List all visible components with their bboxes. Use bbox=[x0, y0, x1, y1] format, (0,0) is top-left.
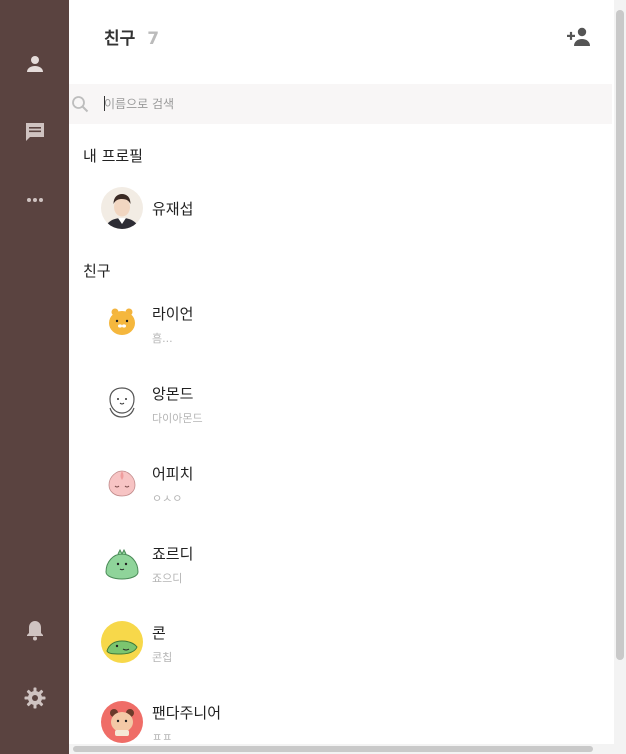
friend-item[interactable]: 팬다주니어 ㅍㅍ bbox=[101, 701, 601, 745]
profile-name: 유재섭 bbox=[152, 200, 194, 218]
friend-status: ㅍㅍ bbox=[152, 731, 173, 744]
friend-name: 라이언 bbox=[152, 305, 194, 323]
bell-icon[interactable] bbox=[23, 618, 47, 642]
my-profile-section-label: 내 프로필 bbox=[83, 147, 143, 165]
avatar bbox=[101, 187, 143, 229]
header: 친구 7 bbox=[104, 24, 159, 50]
friend-item[interactable]: 죠르디 죠으디 bbox=[101, 542, 601, 586]
avatar-angmond bbox=[101, 382, 143, 424]
friend-status: 죠으디 bbox=[152, 572, 183, 585]
friend-name: 어피치 bbox=[152, 465, 194, 483]
search-icon bbox=[71, 95, 89, 113]
avatar-ryan bbox=[101, 302, 143, 344]
vertical-scrollbar[interactable] bbox=[614, 0, 626, 754]
friend-item[interactable]: 앙몬드 다이아몬드 bbox=[101, 382, 601, 426]
chat-icon[interactable] bbox=[23, 120, 47, 144]
friend-item[interactable]: 어피치 ㅇㅅㅇ bbox=[101, 462, 601, 506]
friend-count: 7 bbox=[147, 29, 160, 49]
friend-name: 죠르디 bbox=[152, 545, 194, 563]
more-icon[interactable] bbox=[23, 188, 47, 212]
friend-name: 앙몬드 bbox=[152, 385, 194, 403]
page-title: 친구 bbox=[104, 29, 136, 49]
add-friend-icon[interactable] bbox=[566, 26, 592, 48]
avatar-con bbox=[101, 621, 143, 663]
avatar-apeach bbox=[101, 462, 143, 504]
person-icon[interactable] bbox=[23, 52, 47, 76]
sidebar bbox=[0, 0, 69, 754]
horizontal-scrollbar-thumb[interactable] bbox=[73, 746, 593, 752]
avatar-panda-jr bbox=[101, 701, 143, 743]
friend-status: 다이아몬드 bbox=[152, 412, 203, 425]
text-caret bbox=[104, 96, 105, 111]
horizontal-scrollbar[interactable] bbox=[69, 744, 614, 754]
friend-name: 팬다주니어 bbox=[152, 704, 222, 722]
friend-status: 흠... bbox=[152, 332, 173, 345]
vertical-scrollbar-thumb[interactable] bbox=[616, 10, 624, 660]
gear-icon[interactable] bbox=[23, 686, 47, 710]
friend-status: 콘칩 bbox=[152, 651, 173, 664]
friend-item[interactable]: 라이언 흠... bbox=[101, 302, 601, 346]
friend-status: ㅇㅅㅇ bbox=[152, 492, 183, 505]
avatar-jordy bbox=[101, 542, 143, 584]
friends-section-label: 친구 bbox=[83, 262, 111, 280]
friends-panel: 친구 7 내 프로필 유재섭 친구 bbox=[69, 0, 614, 754]
search-input[interactable] bbox=[104, 94, 584, 114]
friend-name: 콘 bbox=[152, 624, 166, 642]
friend-item[interactable]: 콘 콘칩 bbox=[101, 621, 601, 665]
my-profile-item[interactable]: 유재섭 bbox=[101, 187, 601, 231]
search-bar bbox=[69, 84, 612, 124]
